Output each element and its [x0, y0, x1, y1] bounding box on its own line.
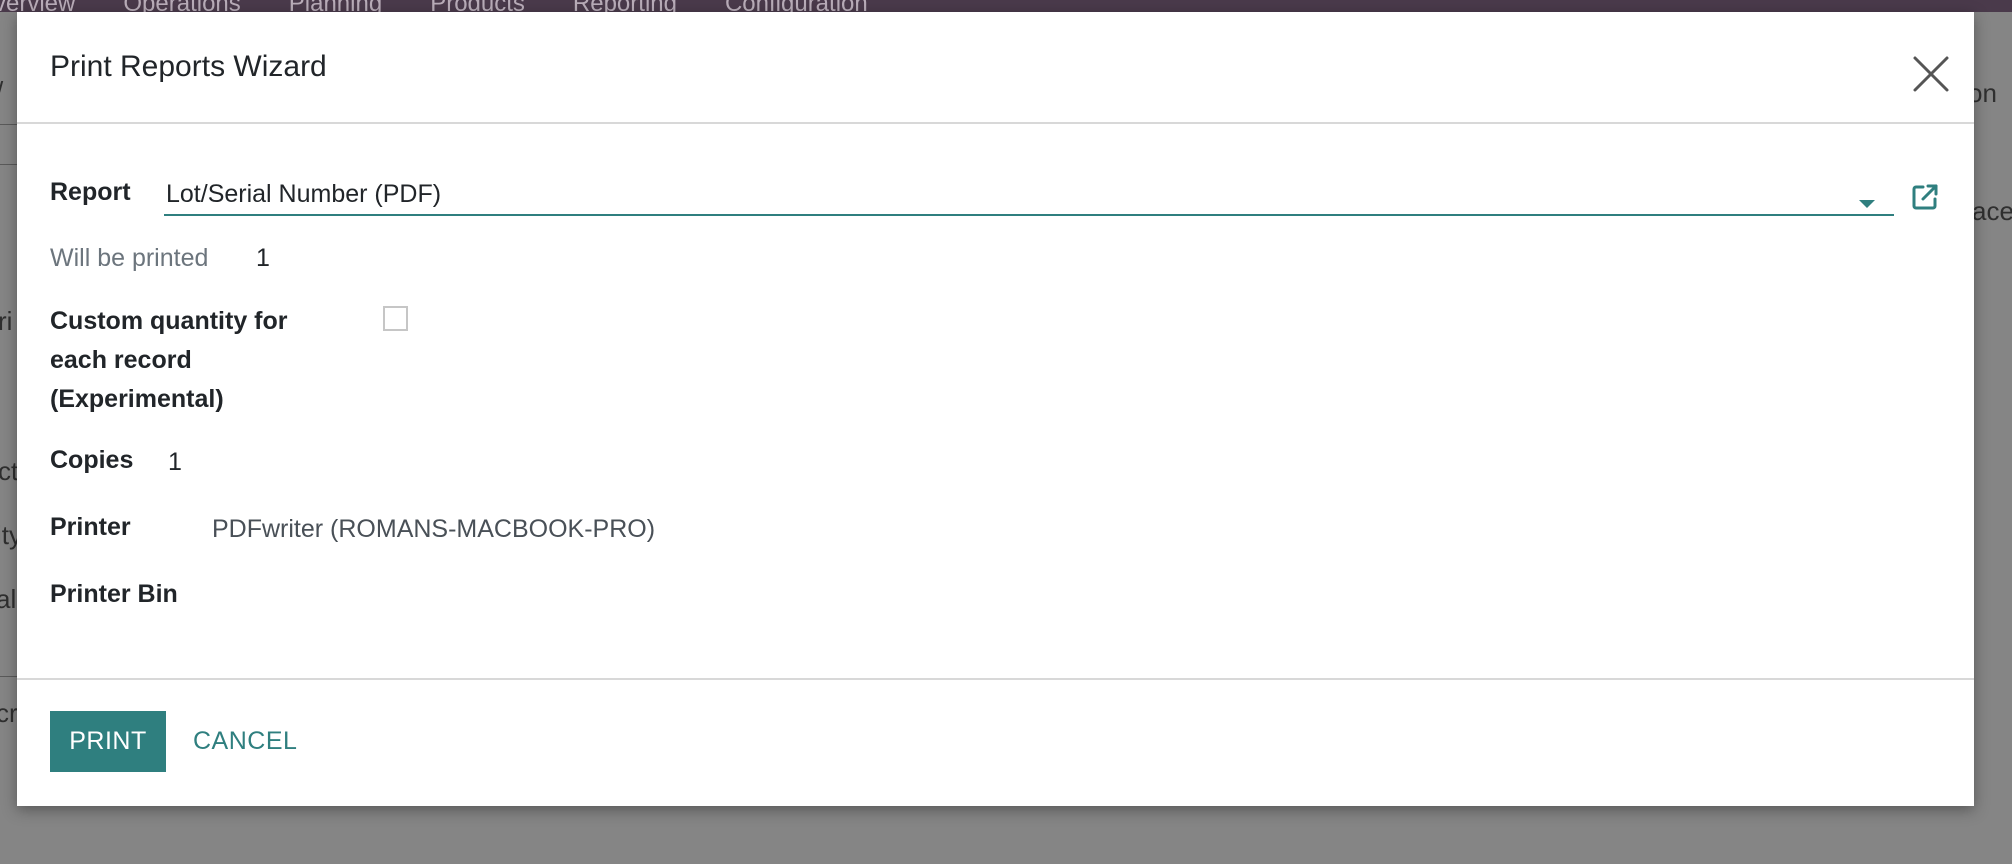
printer-bin-select[interactable]: [212, 577, 812, 616]
report-input[interactable]: [164, 174, 1844, 214]
background-navbar: verview Operations Planning Products Rep…: [0, 0, 2012, 12]
copies-label: Copies: [50, 446, 134, 474]
report-label: Report: [50, 178, 131, 206]
bg-fragment: ace: [1972, 196, 2012, 226]
bg-fragment: /: [0, 76, 3, 107]
bg-fragment: ri: [0, 306, 13, 336]
print-button[interactable]: PRINT: [50, 711, 166, 772]
report-field[interactable]: [164, 174, 1894, 216]
bg-menu-item: Configuration: [725, 0, 868, 12]
bg-menu-item: Reporting: [573, 0, 677, 12]
close-icon[interactable]: [1909, 52, 1953, 96]
dialog-header: Print Reports Wizard: [17, 12, 1974, 124]
bg-fragment: ct: [0, 456, 19, 486]
will-be-printed-value: 1: [256, 244, 270, 272]
will-be-printed-label: Will be printed: [50, 244, 209, 272]
caret-down-icon[interactable]: [1858, 198, 1876, 210]
bg-menu-item: Planning: [289, 0, 382, 12]
printer-bin-label: Printer Bin: [50, 580, 178, 608]
dialog-footer: PRINT CANCEL: [17, 678, 1974, 806]
printer-label: Printer: [50, 513, 131, 541]
custom-quantity-checkbox[interactable]: [383, 306, 408, 331]
bg-fragment: al: [0, 584, 17, 614]
copies-input[interactable]: 1: [168, 443, 182, 482]
bg-menu-item: verview: [0, 0, 75, 12]
printer-select[interactable]: PDFwriter (ROMANS-MACBOOK-PRO): [212, 510, 655, 549]
bg-fragment: cr: [0, 698, 18, 728]
bg-menu-item: Operations: [123, 0, 240, 12]
custom-quantity-label-line: (Experimental): [50, 385, 224, 413]
background-menu: verview Operations Planning Products Rep…: [0, 0, 868, 12]
custom-quantity-label-line: Custom quantity for: [50, 307, 288, 335]
external-link-icon[interactable]: [1910, 182, 1940, 212]
dialog-title: Print Reports Wizard: [50, 50, 327, 83]
cancel-button[interactable]: CANCEL: [175, 711, 315, 772]
bg-menu-item: Products: [430, 0, 525, 12]
print-reports-dialog: Print Reports Wizard Report Will be prin…: [17, 12, 1974, 806]
custom-quantity-label-line: each record: [50, 346, 192, 374]
